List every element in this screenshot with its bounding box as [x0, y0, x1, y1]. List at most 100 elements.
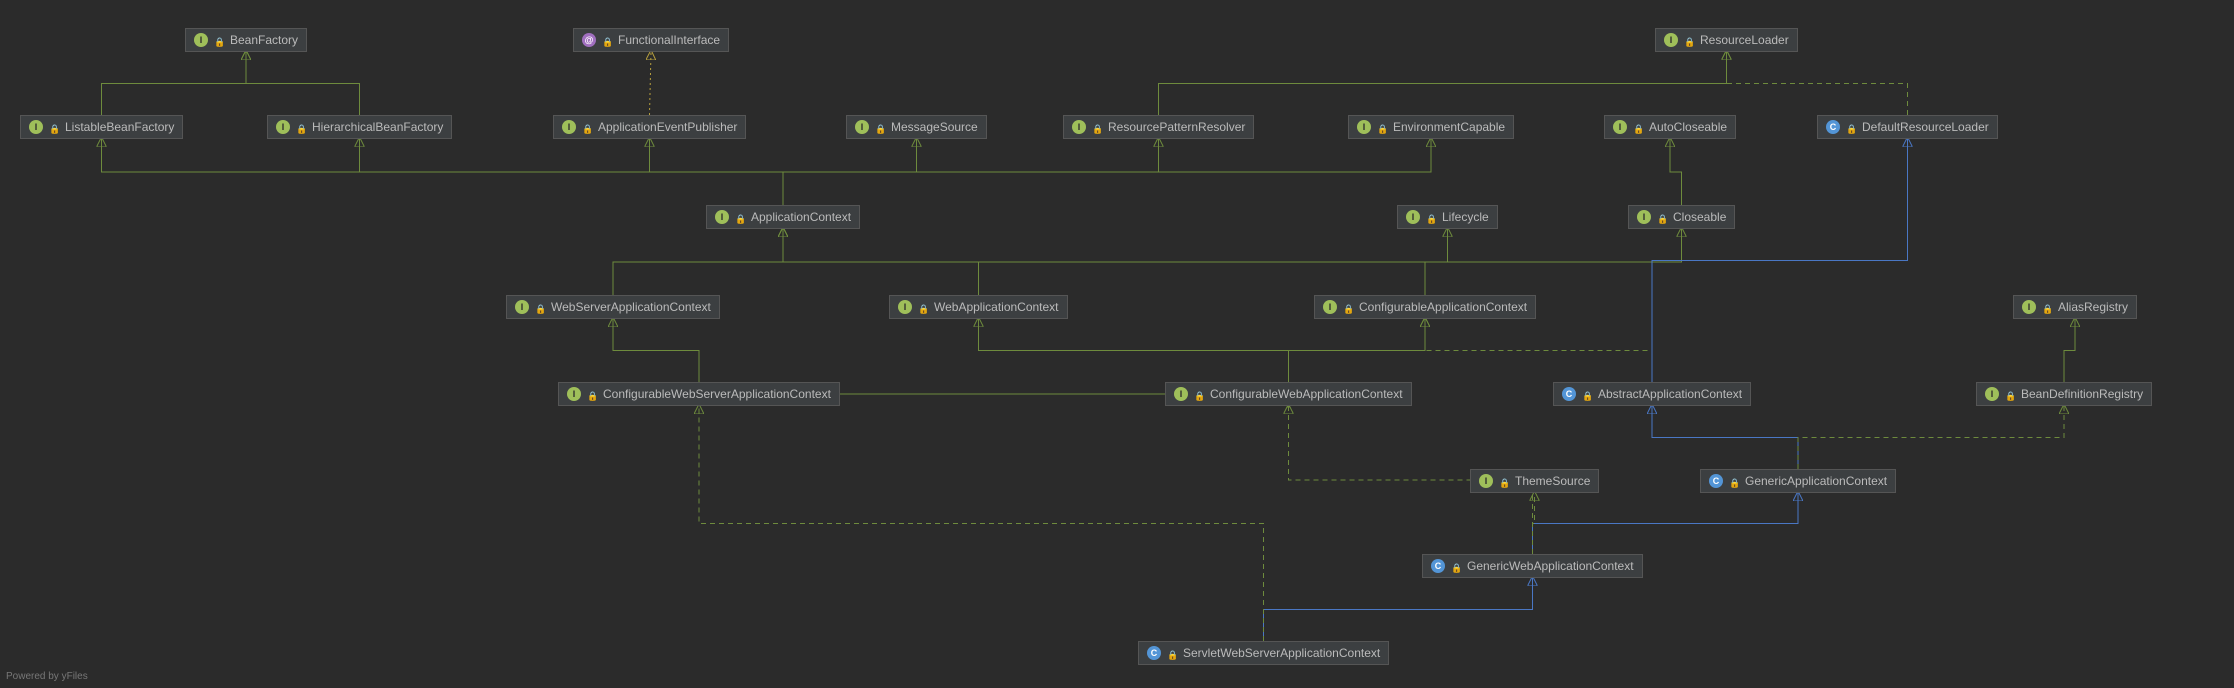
node-label: FunctionalInterface [618, 33, 720, 47]
node-label: Lifecycle [1442, 210, 1489, 224]
edge-ServletWebServerApplicationContext-to-ConfigurableWebServerApplicationContext [699, 406, 1264, 641]
lock-icon [1343, 302, 1353, 312]
edge-ConfigurableWebApplicationContext-to-ConfigurableApplicationContext [1289, 319, 1426, 382]
node-GenericApplicationContext[interactable]: CGenericApplicationContext [1700, 469, 1896, 493]
node-label: ConfigurableWebApplicationContext [1210, 387, 1403, 401]
lock-icon [1684, 35, 1694, 45]
node-EnvironmentCapable[interactable]: IEnvironmentCapable [1348, 115, 1514, 139]
interface-icon: I [855, 120, 869, 134]
edge-ResourcePatternResolver-to-ResourceLoader [1159, 52, 1727, 115]
node-BeanDefinitionRegistry[interactable]: I BeanDefinitionRegistry [1976, 382, 2152, 406]
node-DefaultResourceLoader[interactable]: CDefaultResourceLoader [1817, 115, 1998, 139]
edge-ConfigurableApplicationContext-to-Closeable [1425, 229, 1682, 295]
lock-icon [1451, 561, 1461, 571]
lock-icon [296, 122, 306, 132]
node-AbstractApplicationContext[interactable]: C AbstractApplicationContext [1553, 382, 1751, 406]
node-label: DefaultResourceLoader [1862, 120, 1989, 134]
node-MessageSource[interactable]: I MessageSource [846, 115, 987, 139]
node-label: ListableBeanFactory [65, 120, 174, 134]
node-label: AbstractApplicationContext [1598, 387, 1742, 401]
node-AliasRegistry[interactable]: I AliasRegistry [2013, 295, 2137, 319]
edge-Closeable-to-AutoCloseable [1670, 139, 1682, 205]
lock-icon [735, 212, 745, 222]
abstract-class-icon: C [1562, 387, 1576, 401]
edges-layer [0, 0, 2234, 688]
node-AutoCloseable[interactable]: IAutoCloseable [1604, 115, 1736, 139]
node-Closeable[interactable]: I Closeable [1628, 205, 1735, 229]
interface-icon: I [276, 120, 290, 134]
edge-GenericApplicationContext-to-BeanDefinitionRegistry [1798, 406, 2064, 469]
edge-AbstractApplicationContext-to-ConfigurableApplicationContext [1425, 319, 1652, 382]
edge-ApplicationContext-to-ApplicationEventPublisher [650, 139, 784, 205]
edge-ApplicationContext-to-ListableBeanFactory [102, 139, 784, 205]
interface-icon: I [29, 120, 43, 134]
node-ConfigurableWebServerApplicationContext[interactable]: I ConfigurableWebServerApplicationContext [558, 382, 840, 406]
interface-icon: I [1664, 33, 1678, 47]
node-label: Closeable [1673, 210, 1726, 224]
edge-ApplicationContext-to-EnvironmentCapable [783, 139, 1431, 205]
node-label: ServletWebServerApplicationContext [1183, 646, 1380, 660]
class-icon: C [1709, 474, 1723, 488]
edge-WebServerApplicationContext-to-ApplicationContext [613, 229, 783, 295]
node-label: BeanFactory [230, 33, 298, 47]
node-ResourcePatternResolver[interactable]: I ResourcePatternResolver [1063, 115, 1254, 139]
edge-GenericWebApplicationContext-to-GenericApplicationContext [1533, 493, 1799, 554]
lock-icon [1426, 212, 1436, 222]
interface-icon: I [2022, 300, 2036, 314]
lock-icon [535, 302, 545, 312]
node-label: GenericWebApplicationContext [1467, 559, 1634, 573]
edge-ListableBeanFactory-to-BeanFactory [102, 52, 247, 115]
interface-icon: I [1072, 120, 1086, 134]
node-ApplicationEventPublisher[interactable]: IApplicationEventPublisher [553, 115, 746, 139]
node-label: AliasRegistry [2058, 300, 2128, 314]
lock-icon [1729, 476, 1739, 486]
interface-icon: I [1323, 300, 1337, 314]
class-icon: C [1147, 646, 1161, 660]
edge-GenericWebApplicationContext-to-ThemeSource [1533, 493, 1535, 554]
node-ServletWebServerApplicationContext[interactable]: C ServletWebServerApplicationContext [1138, 641, 1389, 665]
node-WebServerApplicationContext[interactable]: I WebServerApplicationContext [506, 295, 720, 319]
node-ListableBeanFactory[interactable]: I ListableBeanFactory [20, 115, 183, 139]
node-FunctionalInterface[interactable]: FunctionalInterface [573, 28, 729, 52]
node-label: ThemeSource [1515, 474, 1590, 488]
interface-icon: I [194, 33, 208, 47]
node-GenericWebApplicationContext[interactable]: CGenericWebApplicationContext [1422, 554, 1643, 578]
lock-icon [1377, 122, 1387, 132]
lock-icon [214, 35, 224, 45]
node-label: ResourcePatternResolver [1108, 120, 1245, 134]
node-ApplicationContext[interactable]: IApplicationContext [706, 205, 860, 229]
node-label: EnvironmentCapable [1393, 120, 1505, 134]
lock-icon [587, 389, 597, 399]
edge-GenericApplicationContext-to-AbstractApplicationContext [1652, 406, 1798, 469]
edge-ApplicationContext-to-ResourcePatternResolver [783, 139, 1159, 205]
interface-icon: I [1637, 210, 1651, 224]
node-ResourceLoader[interactable]: IResourceLoader [1655, 28, 1798, 52]
interface-icon: I [567, 387, 581, 401]
edge-AbstractApplicationContext-to-DefaultResourceLoader [1652, 139, 1908, 382]
node-label: BeanDefinitionRegistry [2021, 387, 2143, 401]
node-label: ConfigurableApplicationContext [1359, 300, 1527, 314]
annotation-icon [582, 33, 596, 47]
node-HierarchicalBeanFactory[interactable]: IHierarchicalBeanFactory [267, 115, 452, 139]
lock-icon [1167, 648, 1177, 658]
interface-icon: I [1613, 120, 1627, 134]
edge-DefaultResourceLoader-to-ResourceLoader [1727, 52, 1908, 115]
node-WebApplicationContext[interactable]: IWebApplicationContext [889, 295, 1068, 319]
node-BeanFactory[interactable]: I BeanFactory [185, 28, 307, 52]
watermark: Powered by yFiles [6, 671, 88, 682]
node-Lifecycle[interactable]: ILifecycle [1397, 205, 1498, 229]
node-label: MessageSource [891, 120, 978, 134]
edge-ServletWebServerApplicationContext-to-GenericWebApplicationContext [1264, 578, 1533, 641]
interface-icon: I [515, 300, 529, 314]
node-label: WebServerApplicationContext [551, 300, 711, 314]
node-ThemeSource[interactable]: I ThemeSource [1470, 469, 1599, 493]
node-label: ConfigurableWebServerApplicationContext [603, 387, 831, 401]
edge-ConfigurableApplicationContext-to-ApplicationContext [783, 229, 1425, 295]
lock-icon [602, 35, 612, 45]
lock-icon [1633, 122, 1643, 132]
node-ConfigurableApplicationContext[interactable]: I ConfigurableApplicationContext [1314, 295, 1536, 319]
node-ConfigurableWebApplicationContext[interactable]: IConfigurableWebApplicationContext [1165, 382, 1412, 406]
lock-icon [1499, 476, 1509, 486]
interface-icon: I [1479, 474, 1493, 488]
interface-icon: I [1985, 387, 1999, 401]
